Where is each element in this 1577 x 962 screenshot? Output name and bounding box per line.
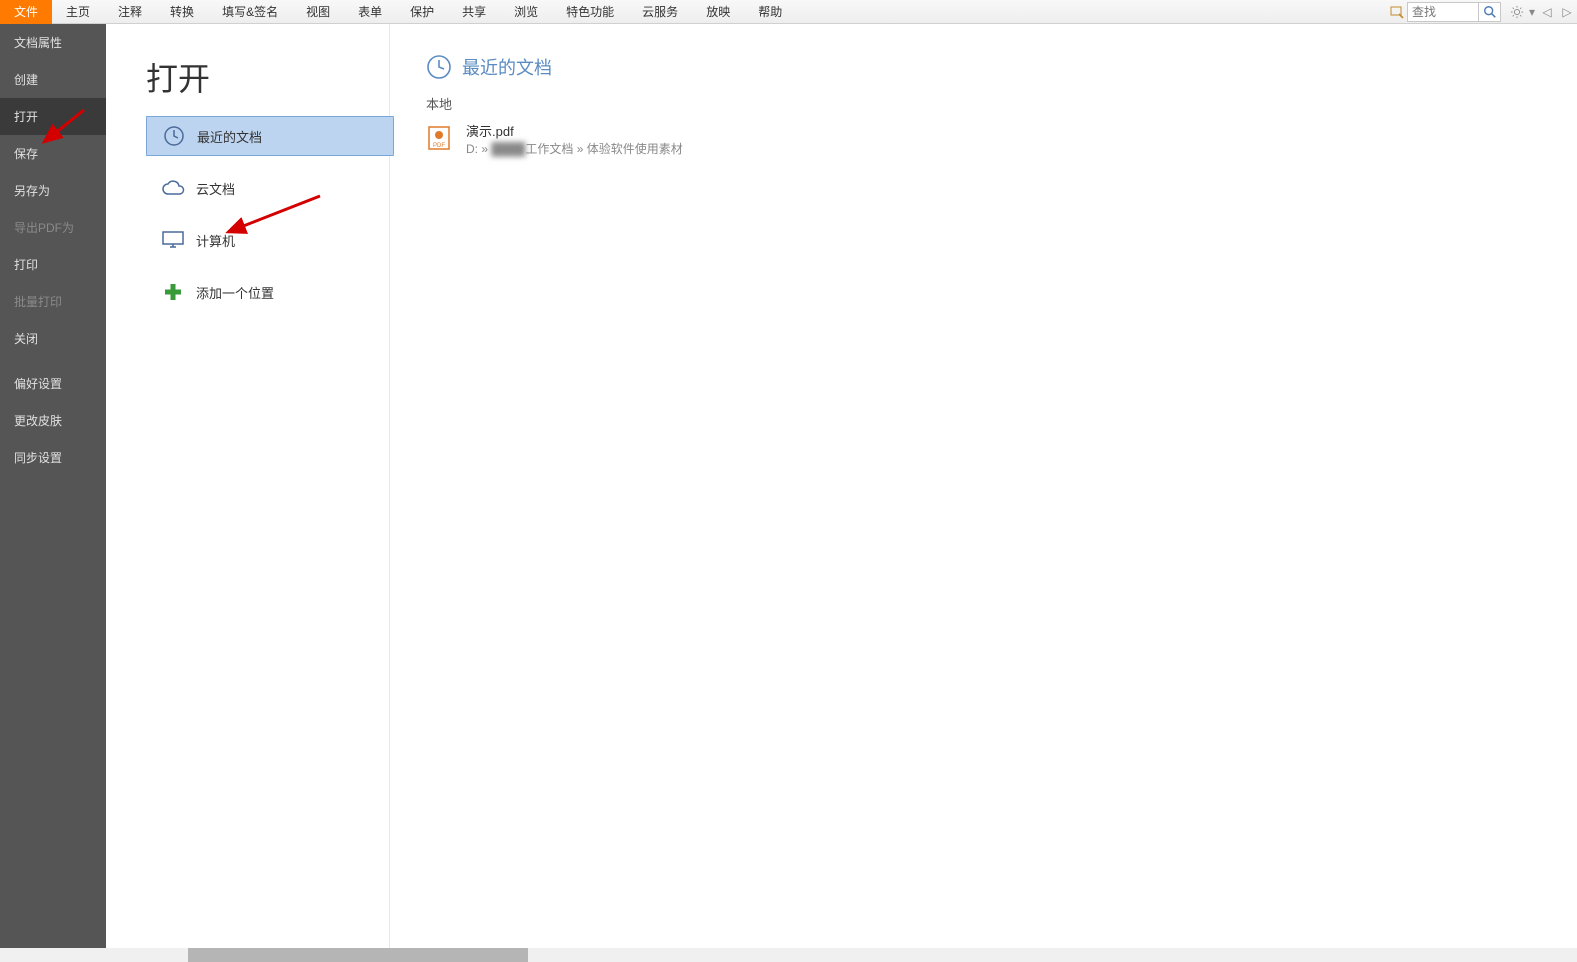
menu-tab-10[interactable]: 特色功能 — [552, 0, 628, 24]
menu-tab-2[interactable]: 注释 — [104, 0, 156, 24]
menu-tab-6[interactable]: 表单 — [344, 0, 396, 24]
menu-tab-5[interactable]: 视图 — [292, 0, 344, 24]
local-label: 本地 — [426, 94, 1577, 113]
gear-icon[interactable] — [1507, 2, 1527, 22]
scrollbar-thumb[interactable] — [188, 948, 528, 962]
next-icon[interactable]: ▷ — [1557, 2, 1577, 22]
svg-text:PDF: PDF — [433, 143, 445, 149]
computer-icon — [160, 227, 186, 253]
top-menubar: 文件主页注释转换填写&签名视图表单保护共享浏览特色功能云服务放映帮助 ▾ ◁ ▷ — [0, 0, 1577, 24]
menu-tab-3[interactable]: 转换 — [156, 0, 208, 24]
menu-tab-4[interactable]: 填写&签名 — [208, 0, 292, 24]
menu-tab-1[interactable]: 主页 — [52, 0, 104, 24]
search-input[interactable] — [1408, 3, 1478, 21]
location-plus[interactable]: 添加一个位置 — [146, 272, 394, 312]
sidebar-item-7: 批量打印 — [0, 283, 106, 320]
prev-icon[interactable]: ◁ — [1537, 2, 1557, 22]
file-sidebar: 文档属性创建打开保存另存为导出PDF为打印批量打印关闭偏好设置更改皮肤同步设置 — [0, 24, 106, 962]
menu-tab-9[interactable]: 浏览 — [500, 0, 552, 24]
dropdown-icon[interactable]: ▾ — [1527, 2, 1537, 22]
recent-files-panel: 最近的文档 本地 PDF 演示.pdfD: » ████工作文档 » 体验软件使用… — [390, 24, 1577, 962]
file-name: 演示.pdf — [466, 121, 683, 140]
topbar-right-tools: ▾ ◁ ▷ — [1387, 0, 1577, 24]
menu-tab-8[interactable]: 共享 — [448, 0, 500, 24]
sidebar-item-1[interactable]: 创建 — [0, 61, 106, 98]
sidebar-item-0[interactable]: 文档属性 — [0, 24, 106, 61]
location-label: 最近的文档 — [197, 127, 262, 146]
menu-tab-7[interactable]: 保护 — [396, 0, 448, 24]
search-box — [1407, 2, 1501, 22]
menu-tab-12[interactable]: 放映 — [692, 0, 744, 24]
find-highlight-icon[interactable] — [1387, 2, 1407, 22]
menu-tab-0[interactable]: 文件 — [0, 0, 52, 24]
sidebar-item-3[interactable]: 保存 — [0, 135, 106, 172]
sidebar-item-6[interactable]: 打印 — [0, 246, 106, 283]
sidebar-item-8[interactable]: 关闭 — [0, 320, 106, 357]
clock-icon — [426, 54, 452, 80]
open-locations-panel: 打开 最近的文档云文档计算机添加一个位置 — [106, 24, 390, 962]
location-computer[interactable]: 计算机 — [146, 220, 394, 260]
file-path: D: » ████工作文档 » 体验软件使用素材 — [466, 140, 683, 157]
location-cloud[interactable]: 云文档 — [146, 168, 394, 208]
sidebar-item-4[interactable]: 另存为 — [0, 172, 106, 209]
cloud-icon — [160, 175, 186, 201]
sidebar-item-10[interactable]: 偏好设置 — [0, 365, 106, 402]
location-label: 添加一个位置 — [196, 283, 274, 302]
section-title: 最近的文档 — [462, 54, 552, 80]
plus-icon — [160, 279, 186, 305]
page-title: 打开 — [146, 54, 389, 100]
sidebar-item-2[interactable]: 打开 — [0, 98, 106, 135]
sidebar-item-12[interactable]: 同步设置 — [0, 439, 106, 476]
menu-tab-13[interactable]: 帮助 — [744, 0, 796, 24]
location-label: 云文档 — [196, 179, 235, 198]
recent-file-row[interactable]: PDF 演示.pdfD: » ████工作文档 » 体验软件使用素材 — [426, 117, 1577, 161]
sidebar-item-5: 导出PDF为 — [0, 209, 106, 246]
location-clock[interactable]: 最近的文档 — [146, 116, 394, 156]
menu-tab-11[interactable]: 云服务 — [628, 0, 692, 24]
clock-icon — [161, 123, 187, 149]
horizontal-scrollbar[interactable] — [0, 948, 1577, 962]
sidebar-item-11[interactable]: 更改皮肤 — [0, 402, 106, 439]
search-button[interactable] — [1478, 2, 1500, 22]
location-label: 计算机 — [196, 231, 235, 250]
section-header: 最近的文档 — [426, 54, 1577, 80]
pdf-file-icon: PDF — [426, 125, 454, 153]
